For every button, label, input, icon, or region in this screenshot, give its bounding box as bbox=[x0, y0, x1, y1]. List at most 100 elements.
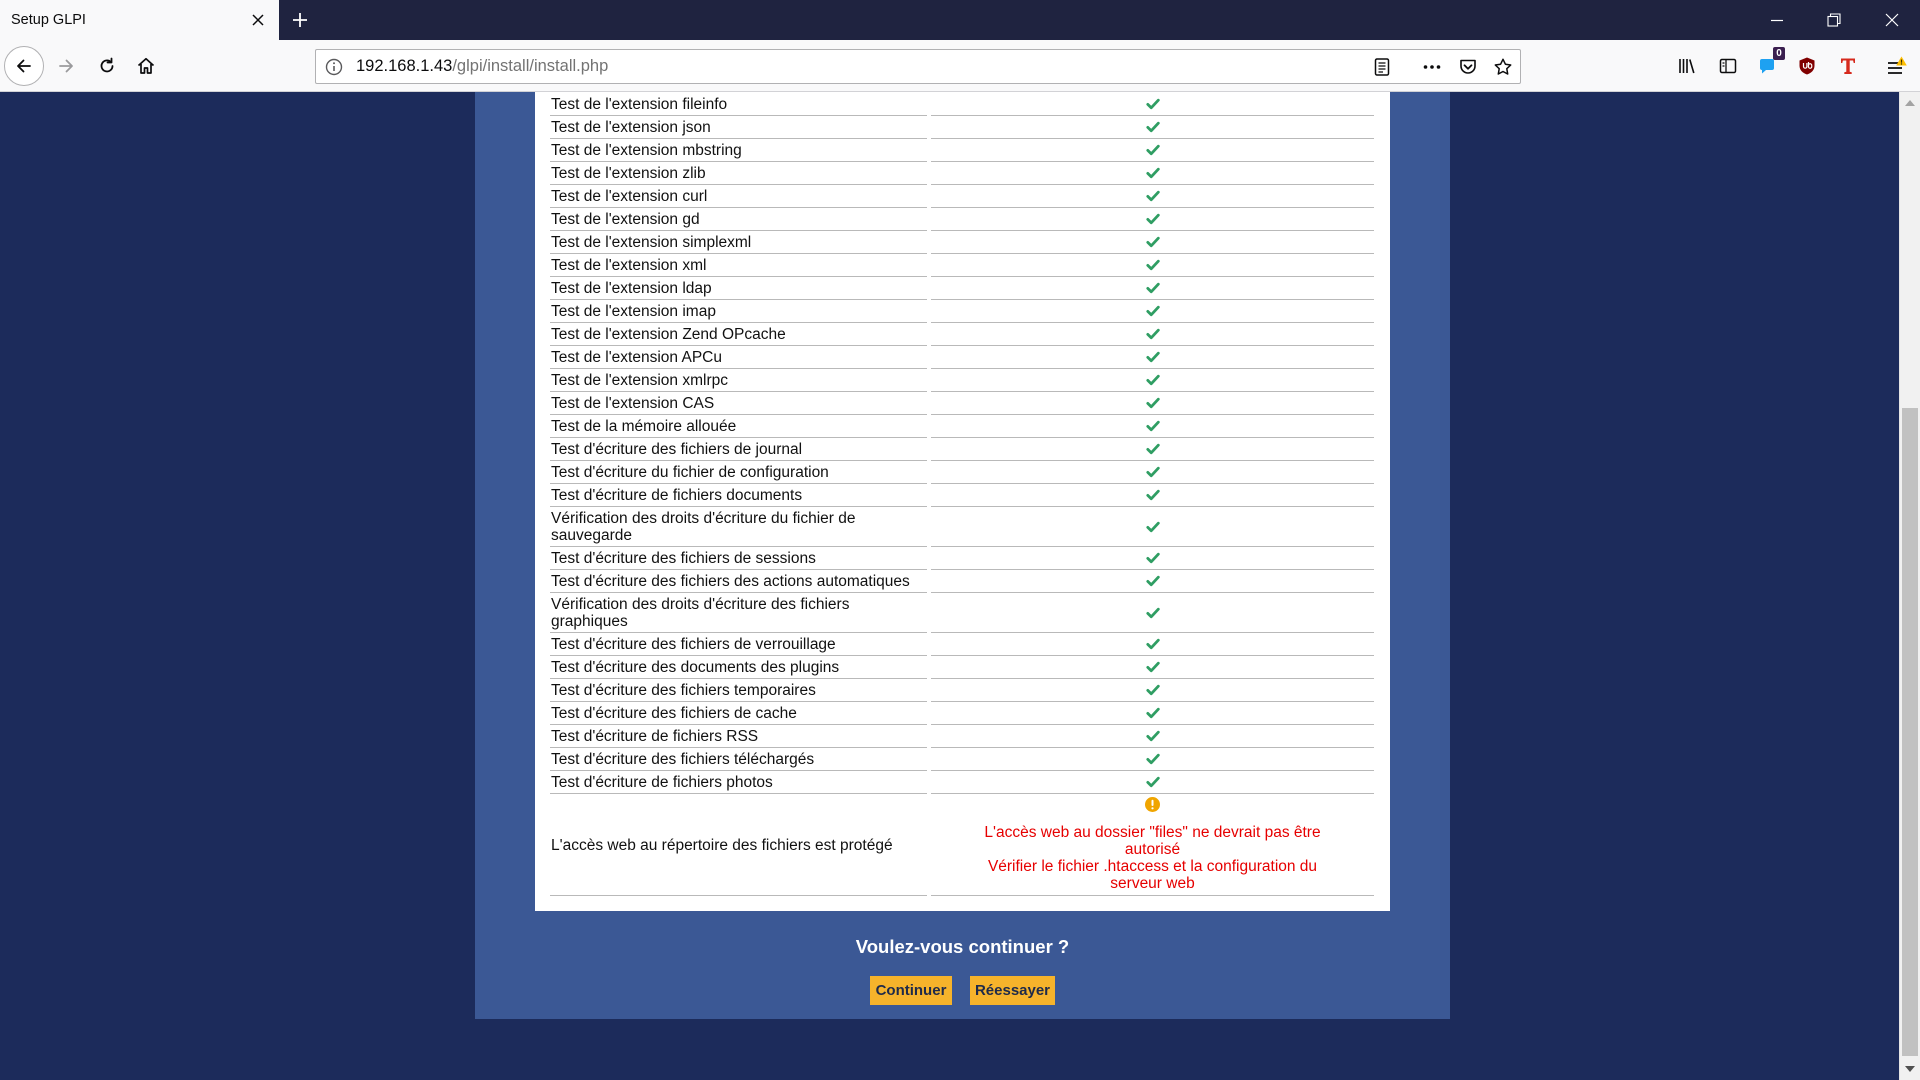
scroll-up-arrow-icon[interactable] bbox=[1905, 99, 1915, 106]
check-icon bbox=[1145, 607, 1160, 618]
requirement-label-cell: Test de l'extension xml bbox=[550, 254, 927, 277]
requirement-label: Test de l'extension xmlrpc bbox=[551, 372, 728, 389]
check-icon bbox=[1145, 282, 1160, 294]
reader-view-icon[interactable] bbox=[1372, 57, 1392, 77]
requirement-label: Test d'écriture de fichiers documents bbox=[551, 487, 803, 504]
requirement-status-cell bbox=[931, 139, 1374, 162]
restore-icon[interactable] bbox=[1827, 13, 1841, 27]
check-icon bbox=[1145, 144, 1160, 156]
forward-icon[interactable] bbox=[56, 56, 76, 76]
requirement-row: Test d'écriture du fichier de configurat… bbox=[550, 461, 1374, 484]
requirement-label: Test d'écriture des fichiers de cache bbox=[551, 705, 797, 722]
action-buttons: Continuer Réessayer bbox=[475, 976, 1450, 1005]
requirement-label-cell: Vérification des droits d'écriture des f… bbox=[550, 593, 927, 633]
requirement-label-cell: L'accès web au répertoire des fichiers e… bbox=[550, 794, 927, 896]
check-icon bbox=[1145, 374, 1160, 386]
requirement-error-message: Vérifier le fichier .htaccess et la conf… bbox=[987, 858, 1318, 892]
requirement-row: Test d'écriture des fichiers de sessions bbox=[550, 547, 1374, 570]
requirement-label: Test de l'extension CAS bbox=[551, 395, 715, 412]
extension-button[interactable]: 0 bbox=[1757, 47, 1785, 76]
ublock-icon[interactable] bbox=[1797, 56, 1817, 76]
requirement-label: Test de l'extension imap bbox=[551, 303, 716, 320]
check-icon bbox=[1145, 552, 1160, 564]
requirement-status-cell bbox=[931, 346, 1374, 369]
tab-setup-glpi[interactable]: Setup GLPI bbox=[0, 0, 279, 40]
sidebar-icon[interactable] bbox=[1718, 56, 1738, 76]
vertical-scrollbar[interactable] bbox=[1899, 92, 1920, 1080]
url-text[interactable]: 192.168.1.43/glpi/install/install.php bbox=[356, 50, 608, 83]
check-icon bbox=[1145, 521, 1160, 532]
requirement-label: Test de l'extension zlib bbox=[551, 165, 706, 182]
requirement-status-cell bbox=[931, 725, 1374, 748]
requirement-label-cell: Test d'écriture du fichier de configurat… bbox=[550, 461, 927, 484]
requirement-row: Test d'écriture des documents des plugin… bbox=[550, 656, 1374, 679]
reload-icon[interactable] bbox=[97, 56, 117, 76]
home-icon[interactable] bbox=[136, 56, 156, 76]
tab-title: Setup GLPI bbox=[11, 12, 86, 28]
requirement-label: Test de la mémoire allouée bbox=[551, 418, 737, 435]
check-icon bbox=[1145, 575, 1160, 587]
new-tab-icon[interactable] bbox=[291, 11, 309, 29]
requirement-status-cell bbox=[931, 484, 1374, 507]
continue-button[interactable]: Continuer bbox=[870, 976, 952, 1005]
url-host: 192.168.1.43 bbox=[356, 57, 453, 75]
requirement-label: Test d'écriture des fichiers téléchargés bbox=[551, 751, 815, 768]
back-button[interactable] bbox=[4, 46, 44, 86]
requirement-label-cell: Test de l'extension imap bbox=[550, 300, 927, 323]
url-path: /glpi/install/install.php bbox=[452, 57, 609, 75]
requirement-row: Test de l'extension gd bbox=[550, 208, 1374, 231]
requirement-label: Vérification des droits d'écriture des f… bbox=[551, 596, 850, 630]
url-bar[interactable]: 192.168.1.43/glpi/install/install.php bbox=[315, 49, 1521, 84]
requirement-row: Test d'écriture des fichiers de cache bbox=[550, 702, 1374, 725]
requirement-status-cell bbox=[931, 656, 1374, 679]
back-icon bbox=[17, 59, 31, 73]
check-icon bbox=[1145, 753, 1160, 765]
menu-button[interactable] bbox=[1885, 56, 1907, 78]
close-window-icon[interactable] bbox=[1885, 13, 1899, 27]
menu-icon bbox=[1888, 56, 1907, 74]
requirement-row: Test de l'extension json bbox=[550, 116, 1374, 139]
navigation-toolbar: 192.168.1.43/glpi/install/install.php 0 bbox=[0, 40, 1920, 92]
warning-icon bbox=[1145, 797, 1160, 812]
requirement-label: Test de l'extension xml bbox=[551, 257, 707, 274]
requirement-status-cell bbox=[931, 185, 1374, 208]
requirement-label-cell: Test de l'extension xmlrpc bbox=[550, 369, 927, 392]
requirement-label-cell: Test d'écriture des fichiers de journal bbox=[550, 438, 927, 461]
requirement-label: Test de l'extension curl bbox=[551, 188, 708, 205]
requirement-status-cell bbox=[931, 93, 1374, 116]
check-icon bbox=[1145, 305, 1160, 317]
check-icon bbox=[1145, 661, 1160, 673]
check-icon bbox=[1145, 328, 1160, 340]
requirement-row: Test d'écriture des fichiers de verrouil… bbox=[550, 633, 1374, 656]
requirement-label-cell: Test de l'extension mbstring bbox=[550, 139, 927, 162]
library-icon[interactable] bbox=[1677, 56, 1697, 76]
extension-badge: 0 bbox=[1773, 47, 1785, 60]
page-actions-icon[interactable] bbox=[1422, 57, 1442, 77]
minimize-icon[interactable] bbox=[1770, 13, 1784, 27]
pocket-icon[interactable] bbox=[1458, 57, 1478, 77]
requirement-status-cell bbox=[931, 771, 1374, 794]
requirement-status-cell bbox=[931, 570, 1374, 593]
check-icon bbox=[1145, 638, 1160, 650]
requirement-row: Test d'écriture de fichiers documents bbox=[550, 484, 1374, 507]
requirement-label-cell: Test d'écriture des fichiers de sessions bbox=[550, 547, 927, 570]
requirement-label: Test d'écriture des fichiers temporaires bbox=[551, 682, 816, 699]
requirement-label: Test de l'extension simplexml bbox=[551, 234, 752, 251]
t-extension-icon[interactable] bbox=[1838, 56, 1858, 76]
bookmark-star-icon[interactable] bbox=[1493, 57, 1513, 77]
requirement-label-cell: Test d'écriture des fichiers de verrouil… bbox=[550, 633, 927, 656]
scrollbar-thumb[interactable] bbox=[1902, 408, 1918, 1056]
requirement-status-cell bbox=[931, 392, 1374, 415]
requirement-row: Test d'écriture des fichiers des actions… bbox=[550, 570, 1374, 593]
requirement-row: Vérification des droits d'écriture du fi… bbox=[550, 507, 1374, 547]
scroll-down-arrow-icon[interactable] bbox=[1905, 1066, 1915, 1073]
requirement-label-cell: Test de la mémoire allouée bbox=[550, 415, 927, 438]
requirement-row: Test de la mémoire allouée bbox=[550, 415, 1374, 438]
tab-close-icon[interactable] bbox=[251, 13, 265, 27]
requirement-row: Test de l'extension simplexml bbox=[550, 231, 1374, 254]
requirement-label: Test d'écriture des fichiers de sessions bbox=[551, 550, 816, 567]
retry-button[interactable]: Réessayer bbox=[970, 976, 1055, 1005]
requirement-row: L'accès web au répertoire des fichiers e… bbox=[550, 794, 1374, 896]
requirement-label-cell: Test de l'extension curl bbox=[550, 185, 927, 208]
site-info-icon[interactable] bbox=[325, 58, 343, 76]
